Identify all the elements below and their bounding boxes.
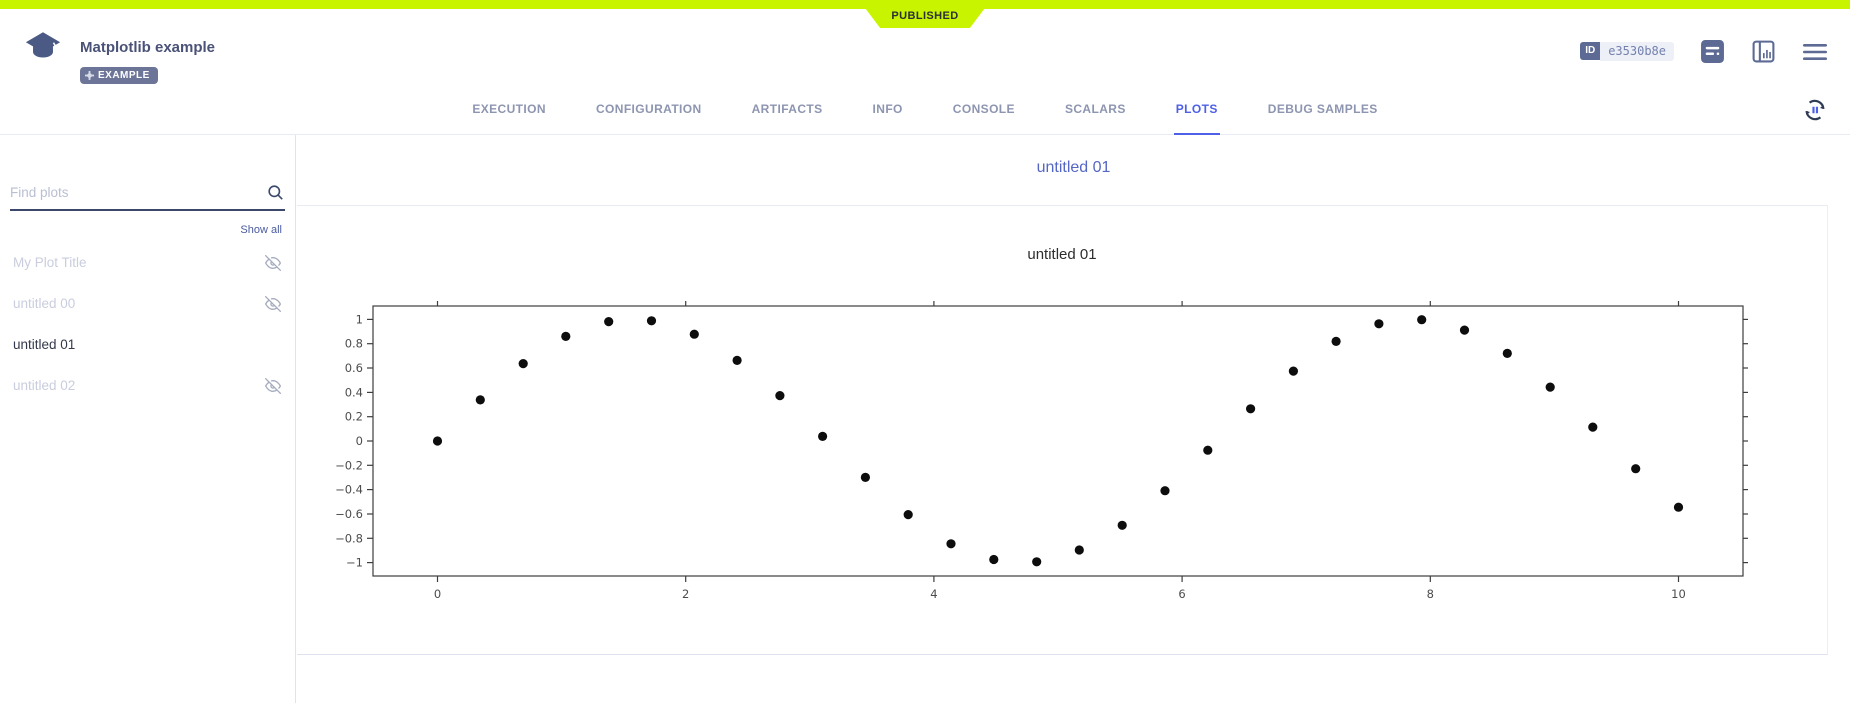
auto-refresh-pause-icon[interactable]: [1802, 97, 1828, 128]
search-icon[interactable]: [266, 183, 285, 202]
experiment-title: Matplotlib example: [80, 39, 215, 56]
plots-sidebar: Show all My Plot Title untitled 00 untitle…: [0, 135, 296, 703]
tab-artifacts[interactable]: ARTIFACTS: [750, 85, 825, 136]
tab-console[interactable]: CONSOLE: [951, 85, 1017, 136]
status-ribbon-label: PUBLISHED: [891, 6, 958, 22]
svg-text:−1: −1: [346, 556, 363, 570]
tab-bar: EXECUTION CONFIGURATION ARTIFACTS INFO CONSO…: [0, 85, 1850, 135]
details-panel-icon[interactable]: [1700, 39, 1725, 64]
hamburger-menu-icon[interactable]: [1802, 42, 1828, 62]
svg-text:0: 0: [356, 434, 363, 448]
eye-off-icon[interactable]: [265, 255, 281, 271]
plot-search-field: [10, 175, 285, 211]
plot-group-title: untitled 01: [297, 159, 1850, 177]
svg-text:0.8: 0.8: [345, 337, 363, 351]
eye-off-icon[interactable]: [265, 296, 281, 312]
svg-text:6: 6: [1178, 587, 1185, 601]
svg-text:10: 10: [1671, 587, 1686, 601]
tab-bar-tabs: EXECUTION CONFIGURATION ARTIFACTS INFO CONSO…: [0, 85, 1850, 135]
plot-list: My Plot Title untitled 00 untitled 01 untit…: [0, 242, 295, 406]
svg-text:−0.2: −0.2: [335, 458, 363, 472]
svg-text:4: 4: [930, 587, 937, 601]
search-input[interactable]: [10, 185, 266, 200]
show-all-link[interactable]: Show all: [240, 224, 282, 236]
sidebar-item-my-plot-title[interactable]: My Plot Title: [0, 242, 295, 283]
eye-off-icon[interactable]: [265, 378, 281, 394]
tab-configuration[interactable]: CONFIGURATION: [594, 85, 704, 136]
svg-text:0: 0: [434, 587, 441, 601]
plot-canvas[interactable]: 0 2 4 6 8 10 −1 −0.8 −0.6 −0.4 −0.2 0 0.2 0.4 0.6 0.8 1: [318, 298, 1748, 618]
plot-card: untitled 01 0 2 4 6 8 10 −1 −0.8 −0.6 −0.4 −0.2 0 0.…: [297, 205, 1828, 655]
svg-text:−0.8: −0.8: [335, 531, 363, 545]
tab-info[interactable]: INFO: [871, 85, 905, 136]
svg-text:0.4: 0.4: [345, 385, 363, 399]
sidebar-item-untitled-02[interactable]: untitled 02: [0, 365, 295, 406]
experiment-id-chip[interactable]: ID e3530b8e: [1580, 42, 1674, 61]
id-label: ID: [1580, 42, 1600, 60]
header-actions: ID e3530b8e: [1580, 39, 1828, 64]
svg-text:0.6: 0.6: [345, 361, 363, 375]
plot-item-label: untitled 01: [13, 337, 75, 352]
experiment-type-icon: [24, 31, 62, 69]
svg-text:−0.4: −0.4: [335, 483, 363, 497]
plot-item-label: untitled 02: [13, 378, 75, 393]
plot-item-label: My Plot Title: [13, 255, 87, 270]
plot-title: untitled 01: [297, 246, 1827, 263]
status-ribbon: PUBLISHED: [859, 0, 991, 28]
sidebar-item-untitled-01[interactable]: untitled 01: [0, 324, 295, 365]
system-tag-icon: [85, 71, 94, 80]
chart-panel-icon[interactable]: [1751, 39, 1776, 64]
clearml-experiment-page: PUBLISHED Matplotlib example EXAMPLE ID: [0, 0, 1850, 703]
svg-text:8: 8: [1427, 587, 1434, 601]
example-badge-label: EXAMPLE: [98, 70, 150, 81]
sidebar-item-untitled-00[interactable]: untitled 00: [0, 283, 295, 324]
tab-debug-samples[interactable]: DEBUG SAMPLES: [1266, 85, 1380, 136]
plot-svg: 0 2 4 6 8 10 −1 −0.8 −0.6 −0.4 −0.2 0 0.2 0.4 0.6 0.8 1: [318, 298, 1748, 613]
tab-execution[interactable]: EXECUTION: [470, 85, 548, 136]
example-badge: EXAMPLE: [80, 67, 158, 84]
tab-scalars[interactable]: SCALARS: [1063, 85, 1128, 136]
svg-text:2: 2: [682, 587, 689, 601]
svg-text:−0.6: −0.6: [335, 507, 363, 521]
svg-text:1: 1: [356, 312, 363, 326]
plots-main-area: untitled 01 untitled 01 0246810−1−0.8−0.…: [297, 135, 1850, 703]
svg-text:0.2: 0.2: [345, 410, 363, 424]
plot-item-label: untitled 00: [13, 296, 75, 311]
id-value: e3530b8e: [1600, 42, 1674, 61]
tab-plots[interactable]: PLOTS: [1174, 85, 1220, 136]
